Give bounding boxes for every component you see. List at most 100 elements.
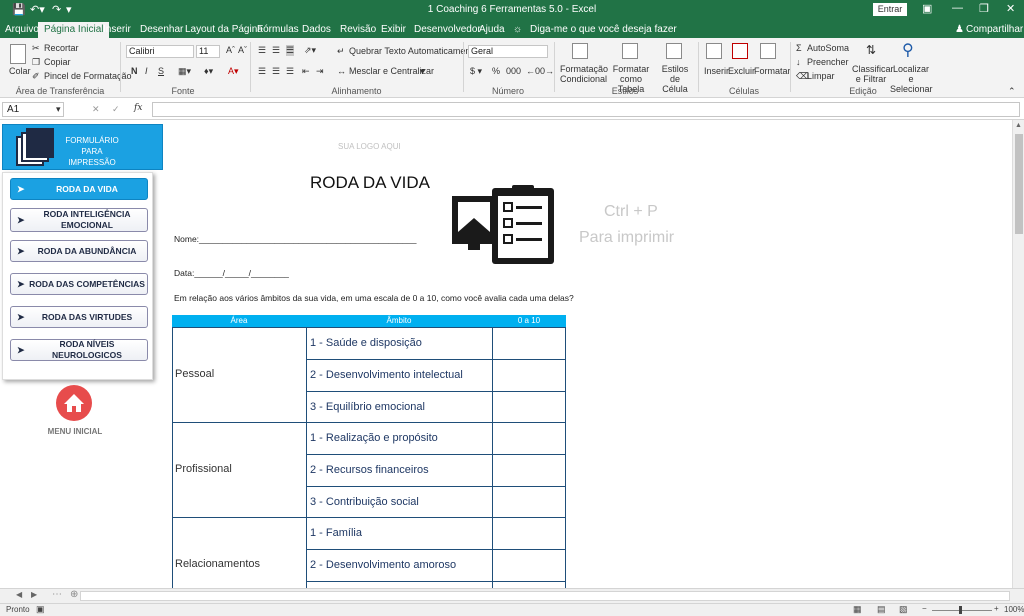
- page-break-view-icon[interactable]: ▧: [899, 604, 908, 615]
- font-size-select[interactable]: 11: [196, 45, 220, 58]
- font-name-select[interactable]: Calibri: [126, 45, 194, 58]
- score-cell[interactable]: [492, 391, 566, 423]
- add-sheet-icon[interactable]: ⊕: [70, 589, 78, 600]
- tab-exibir[interactable]: Exibir: [381, 24, 406, 35]
- clear-button[interactable]: Limpar: [807, 71, 835, 81]
- next-sheet-icon[interactable]: ▶: [31, 590, 37, 599]
- conditional-format-button[interactable]: Formatação Condicional: [560, 64, 608, 84]
- zoom-slider[interactable]: [932, 610, 992, 611]
- formula-input[interactable]: [152, 102, 1020, 117]
- delete-cells-icon[interactable]: [732, 43, 748, 59]
- delete-cells-button[interactable]: Excluir: [728, 66, 755, 76]
- vertical-scroll-thumb[interactable]: [1015, 134, 1023, 234]
- tab-layout[interactable]: Layout da Página: [185, 24, 263, 35]
- tab-desenhar[interactable]: Desenhar: [140, 24, 183, 35]
- conditional-format-icon[interactable]: [572, 43, 588, 59]
- area-cell[interactable]: Profissional: [172, 422, 307, 518]
- wrap-text-icon[interactable]: ↵: [337, 46, 345, 57]
- score-cell[interactable]: [492, 359, 566, 392]
- cut-button[interactable]: Recortar: [44, 43, 79, 53]
- align-left-icon[interactable]: ☰: [258, 66, 266, 77]
- horizontal-scrollbar[interactable]: [80, 591, 1010, 601]
- tab-formulas[interactable]: Fórmulas: [257, 24, 299, 35]
- fill-color-icon[interactable]: ♦▾: [204, 66, 213, 77]
- currency-icon[interactable]: $ ▾: [470, 66, 482, 77]
- shrink-font-icon[interactable]: Aˇ: [238, 45, 247, 55]
- ribbon-display-icon[interactable]: ▣: [922, 2, 932, 15]
- percent-icon[interactable]: %: [492, 66, 500, 76]
- tab-arquivo[interactable]: Arquivo: [5, 24, 39, 35]
- format-painter-icon[interactable]: ✐: [32, 71, 40, 82]
- name-line[interactable]: Nome:___________________________________…: [174, 234, 417, 244]
- align-center-icon[interactable]: ☰: [272, 66, 280, 77]
- bold-button[interactable]: N: [131, 66, 138, 76]
- increase-decimal-icon[interactable]: ←0: [526, 66, 540, 76]
- score-cell[interactable]: [492, 517, 566, 550]
- score-cell[interactable]: [492, 422, 566, 455]
- zoom-slider-thumb[interactable]: [959, 606, 962, 614]
- print-form-header[interactable]: FORMULÁRIO PARA IMPRESSÃO: [2, 124, 163, 170]
- insert-cells-button[interactable]: Inserir: [704, 66, 729, 76]
- enter-icon[interactable]: ✓: [112, 104, 120, 115]
- tab-dados[interactable]: Dados: [302, 24, 331, 35]
- fill-button[interactable]: Preencher: [807, 57, 849, 67]
- align-middle-icon[interactable]: ☰: [272, 45, 280, 56]
- menu-roda-da-vida[interactable]: ➤ RODA DA VIDA: [10, 178, 148, 200]
- score-cell[interactable]: [492, 327, 566, 360]
- font-color-icon[interactable]: A▾: [228, 66, 239, 77]
- format-cells-button[interactable]: Formatar: [754, 66, 791, 76]
- home-label[interactable]: MENU INICIAL: [40, 427, 110, 436]
- share-button[interactable]: Compartilhar: [966, 24, 1023, 35]
- vertical-scrollbar[interactable]: ▲: [1012, 120, 1024, 588]
- minimize-icon[interactable]: —: [952, 2, 963, 14]
- wrap-text-button[interactable]: Quebrar Texto Automaticamente: [349, 46, 478, 56]
- align-right-icon[interactable]: ☰: [286, 66, 294, 77]
- cancel-icon[interactable]: ✕: [92, 104, 100, 115]
- copy-icon[interactable]: ❐: [32, 57, 40, 68]
- cut-icon[interactable]: ✂: [32, 43, 40, 54]
- scroll-up-icon[interactable]: ▲: [1015, 122, 1022, 129]
- tab-inserir[interactable]: Inserir: [103, 24, 131, 35]
- macro-record-icon[interactable]: ▣: [36, 604, 45, 615]
- paste-button[interactable]: Colar: [9, 66, 31, 76]
- indent-decrease-icon[interactable]: ⇤: [302, 66, 310, 77]
- paste-icon[interactable]: [10, 44, 26, 64]
- align-top-icon[interactable]: ☰: [258, 45, 266, 56]
- signin-button[interactable]: Entrar: [873, 3, 907, 16]
- format-as-table-icon[interactable]: [622, 43, 638, 59]
- close-icon[interactable]: ✕: [1006, 2, 1015, 15]
- maximize-icon[interactable]: ❐: [979, 2, 989, 15]
- borders-icon[interactable]: ▦▾: [178, 66, 191, 77]
- home-icon[interactable]: [55, 384, 93, 422]
- autosum-button[interactable]: AutoSoma: [807, 43, 849, 53]
- sheet-options-icon[interactable]: ⋯: [52, 589, 62, 600]
- grow-font-icon[interactable]: Aˆ: [226, 45, 235, 55]
- prev-sheet-icon[interactable]: ◀: [16, 590, 22, 599]
- area-cell[interactable]: Relacionamentos: [172, 517, 307, 589]
- orientation-icon[interactable]: ⇗▾: [304, 45, 316, 56]
- menu-roda-abundancia[interactable]: ➤ RODA DA ABUNDÂNCIA: [10, 240, 148, 262]
- find-icon[interactable]: ⚲: [902, 40, 914, 60]
- format-painter-button[interactable]: Pincel de Formatação: [44, 71, 132, 81]
- format-cells-icon[interactable]: [760, 43, 776, 59]
- tab-desenvolvedor[interactable]: Desenvolvedor: [414, 24, 481, 35]
- zoom-in-icon[interactable]: +: [994, 604, 999, 613]
- score-cell[interactable]: [492, 454, 566, 487]
- date-line[interactable]: Data:______/_____/________: [174, 268, 289, 278]
- page-layout-view-icon[interactable]: ▤: [877, 604, 886, 615]
- zoom-out-icon[interactable]: −: [922, 604, 927, 613]
- sort-filter-button[interactable]: Classificar e Filtrar: [852, 64, 894, 84]
- insert-cells-icon[interactable]: [706, 43, 722, 59]
- thousands-icon[interactable]: 000: [506, 66, 521, 76]
- indent-increase-icon[interactable]: ⇥: [316, 66, 324, 77]
- menu-roda-niveis[interactable]: ➤ RODA NÍVEIS NEUROLOGICOS: [10, 339, 148, 361]
- fill-icon[interactable]: ↓: [796, 57, 801, 67]
- name-box[interactable]: A1: [2, 102, 64, 117]
- collapse-ribbon-icon[interactable]: ⌃: [1008, 86, 1016, 97]
- decrease-decimal-icon[interactable]: 0→: [540, 66, 554, 76]
- menu-roda-inteligencia[interactable]: ➤ RODA INTELIGÊNCIA EMOCIONAL: [10, 208, 148, 232]
- merge-icon[interactable]: ↔: [337, 66, 346, 76]
- tab-ajuda[interactable]: Ajuda: [479, 24, 505, 35]
- menu-roda-virtudes[interactable]: ➤ RODA DAS VIRTUDES: [10, 306, 148, 328]
- autosum-icon[interactable]: Σ: [796, 43, 802, 53]
